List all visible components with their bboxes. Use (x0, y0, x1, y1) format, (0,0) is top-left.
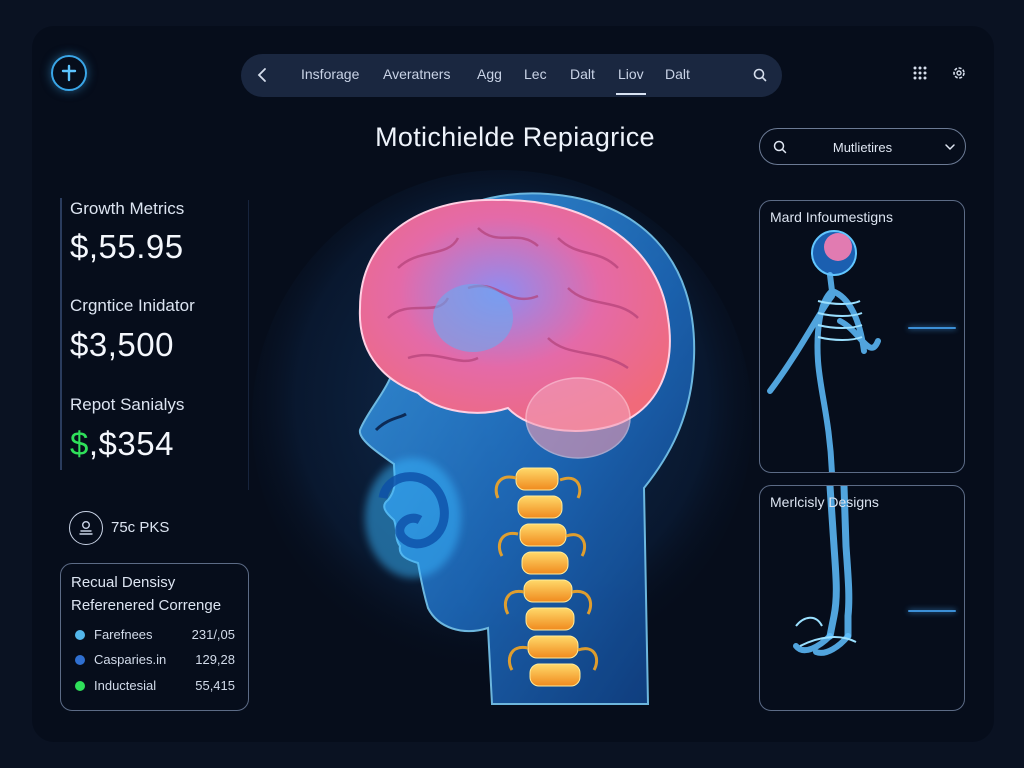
nav-tab[interactable]: Lec (524, 66, 547, 82)
chevron-down-icon (944, 141, 956, 153)
head-brain-illustration (252, 170, 752, 705)
skeleton-figure-icon (767, 230, 881, 472)
nav-tab[interactable]: Dalt (665, 66, 690, 82)
anatomy-card-upper[interactable]: Mard Infoumestigns (759, 200, 965, 473)
legend-dot-icon (75, 681, 85, 691)
legend-item-value: 129,28 (195, 652, 235, 667)
filter-selected-value: Mutlietires (832, 140, 893, 155)
legend-item-name: Farefnees (94, 627, 153, 642)
grid-menu-icon[interactable] (911, 64, 929, 82)
logo-cross-icon[interactable] (51, 55, 87, 91)
legend-item-value: 55,415 (195, 678, 235, 693)
positive-currency-icon: $ (70, 425, 89, 462)
leg-skeleton-figure-icon (793, 486, 857, 656)
nav-tab[interactable]: Dalt (570, 66, 595, 82)
metric-label: Growth Metrics (70, 199, 185, 218)
page-title: Motichielde Repiagrice (375, 122, 655, 152)
back-chevron-icon[interactable] (255, 66, 271, 84)
legend-item: Farefnees 231/,05 (75, 627, 235, 643)
legend-item: Casparies.in 129,28 (75, 652, 235, 668)
metric-value: $,55.95 (70, 228, 184, 265)
search-icon[interactable] (752, 66, 768, 84)
card-title: Merlcisly Designs (770, 494, 879, 510)
user-count: 75c PKS (111, 519, 170, 536)
legend-subtitle: Referenered Correnge (71, 597, 222, 614)
legend-item: Inductesial 55,415 (75, 678, 235, 694)
user-icon[interactable] (69, 511, 103, 545)
card-indicator-line (908, 327, 956, 329)
filter-dropdown[interactable]: Mutlietires (759, 128, 966, 165)
legend-title: Recual Densisy (71, 574, 176, 591)
nav-tab[interactable]: Agg (477, 66, 502, 82)
legend-item-name: Inductesial (94, 678, 157, 693)
gear-icon[interactable] (950, 64, 968, 82)
card-indicator-line (908, 610, 956, 612)
legend-card: Recual Densisy Referenered Correnge Fare… (60, 563, 249, 711)
metric-label: Crgntice Inidator (70, 296, 195, 315)
top-navigation: Insforage Averatners Agg Lec Dalt Liov D… (241, 54, 782, 97)
legend-item-value: 231/,05 (191, 627, 235, 642)
metric-label: Repot Sanialys (70, 395, 185, 414)
legend-dot-icon (75, 655, 85, 665)
metrics-accent-bar (60, 198, 62, 470)
nav-tab[interactable]: Averatners (383, 66, 450, 82)
card-title: Mard Infoumestigns (770, 209, 893, 225)
anatomy-card-lower[interactable]: Merlcisly Designs (759, 485, 965, 711)
metric-value: $3,500 (70, 326, 174, 363)
nav-tab[interactable]: Insforage (301, 66, 359, 82)
legend-dot-icon (75, 630, 85, 640)
metric-value: $,$354 (70, 425, 174, 463)
nav-tab-active[interactable]: Liov (616, 66, 646, 95)
legend-item-name: Casparies.in (94, 652, 167, 667)
metric-value-text: ,$354 (88, 425, 174, 462)
